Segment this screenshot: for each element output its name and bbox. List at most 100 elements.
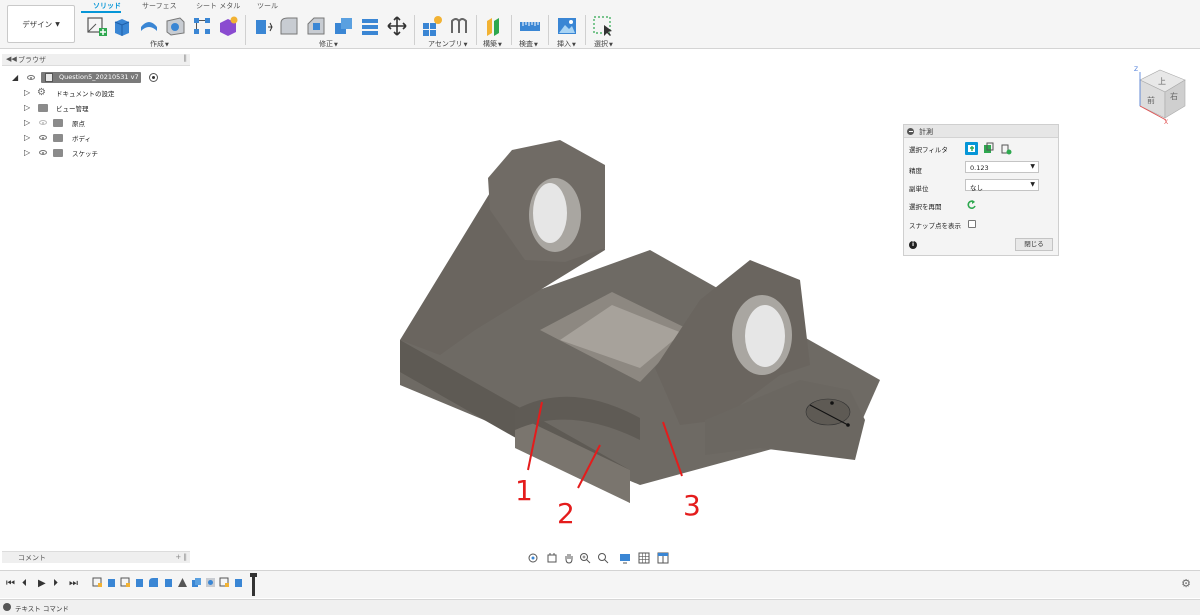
- create-group-label[interactable]: 作成▼: [150, 39, 169, 49]
- info-icon[interactable]: i: [909, 241, 917, 249]
- pan-hand-icon[interactable]: [563, 552, 575, 564]
- play-icon[interactable]: ▶: [38, 579, 46, 589]
- collapse-triangle-icon[interactable]: ◢: [12, 73, 18, 83]
- filter-body-button[interactable]: [965, 142, 978, 155]
- select-group-label[interactable]: 選択▼: [594, 39, 613, 49]
- insert-group-label[interactable]: 挿入▼: [557, 39, 576, 49]
- expand-triangle-icon[interactable]: ▷: [24, 148, 30, 158]
- selection-filter-label: 選択フィルタ: [909, 146, 948, 154]
- select-icon[interactable]: [592, 15, 614, 37]
- hole-icon[interactable]: [164, 15, 186, 37]
- timeline-marker[interactable]: [250, 573, 257, 596]
- look-at-icon[interactable]: [546, 552, 558, 564]
- offset-plane-icon[interactable]: [483, 15, 505, 37]
- display-settings-icon[interactable]: [619, 552, 631, 564]
- timeline-extrude-icon[interactable]: [233, 577, 244, 588]
- workspace-dropdown[interactable]: デザイン ▼: [7, 5, 75, 43]
- fillet-icon[interactable]: [278, 15, 300, 37]
- go-to-start-icon[interactable]: ⏮: [6, 579, 15, 589]
- inspect-group-label[interactable]: 検査▼: [519, 39, 538, 49]
- view-cube[interactable]: 上 前 右 Z X: [1134, 66, 1186, 126]
- visibility-eye-icon[interactable]: [39, 135, 47, 140]
- timeline-hole-icon[interactable]: [205, 577, 216, 588]
- annotation-label-3: 3: [683, 489, 701, 522]
- zoom-icon[interactable]: [579, 552, 591, 564]
- go-to-end-icon[interactable]: ⏭: [69, 579, 78, 589]
- filter-face-button[interactable]: [982, 142, 995, 155]
- expand-triangle-icon[interactable]: ▷: [24, 118, 30, 128]
- press-pull-icon[interactable]: [252, 15, 274, 37]
- joint-icon[interactable]: [448, 15, 470, 37]
- navigation-bar: [527, 551, 674, 565]
- precision-select[interactable]: 0.123 ▼: [965, 161, 1039, 173]
- text-command-bar[interactable]: テキスト コマンド: [0, 599, 1200, 615]
- timeline-extrude-icon[interactable]: [106, 577, 117, 588]
- timeline-combine-icon[interactable]: [191, 577, 202, 588]
- revolve-icon[interactable]: [138, 15, 160, 37]
- timeline-extrude-icon[interactable]: [163, 577, 174, 588]
- timeline-rib-icon[interactable]: [177, 577, 188, 588]
- show-snap-points-checkbox[interactable]: [968, 220, 976, 228]
- viewcube-top-label: 上: [1158, 77, 1166, 86]
- toolbar-divider: [476, 15, 477, 45]
- browser-root-item[interactable]: ◢ Question5_20210531 v7: [12, 72, 172, 84]
- step-forward-icon[interactable]: ⏵: [53, 579, 58, 589]
- browser-item-sketches[interactable]: ▷ スケッチ: [24, 147, 174, 159]
- activate-radio-icon[interactable]: [149, 73, 158, 82]
- expand-triangle-icon[interactable]: ▷: [24, 88, 30, 98]
- tab-tools[interactable]: ツール: [257, 1, 278, 11]
- add-comment-icon[interactable]: + ‖: [175, 553, 187, 561]
- construct-group-label[interactable]: 構築▼: [483, 39, 502, 49]
- expand-icon[interactable]: [3, 603, 11, 611]
- browser-item-bodies[interactable]: ▷ ボディ: [24, 132, 174, 144]
- close-button[interactable]: 閉じる: [1015, 238, 1053, 251]
- timeline-sketch-icon[interactable]: [219, 577, 230, 588]
- pin-icon[interactable]: ‖: [184, 54, 188, 62]
- shell-icon[interactable]: [359, 15, 381, 37]
- timeline-extrude-icon[interactable]: [134, 577, 145, 588]
- new-component-icon[interactable]: [421, 15, 443, 37]
- visibility-eye-icon[interactable]: [39, 150, 47, 155]
- fit-zoom-icon[interactable]: [597, 552, 609, 564]
- viewports-icon[interactable]: [657, 552, 669, 564]
- gear-icon[interactable]: ⚙: [1181, 578, 1191, 589]
- browser-item-label: ドキュメントの設定: [56, 90, 115, 98]
- collapse-left-icon[interactable]: ◀◀: [6, 55, 17, 63]
- comments-panel-header[interactable]: コメント + ‖: [2, 551, 190, 563]
- browser-item-origin[interactable]: ▷ 原点: [24, 117, 174, 129]
- tab-surface[interactable]: サーフェス: [142, 1, 177, 11]
- collapse-icon[interactable]: [907, 128, 914, 135]
- measure-dialog-header[interactable]: 計測: [904, 125, 1058, 138]
- chamfer-icon[interactable]: [305, 15, 327, 37]
- timeline-sketch-icon[interactable]: [120, 577, 131, 588]
- browser-item-named-views[interactable]: ▷ ビュー管理: [24, 102, 174, 114]
- alt-unit-select[interactable]: なし ▼: [965, 179, 1039, 192]
- expand-triangle-icon[interactable]: ▷: [24, 133, 30, 143]
- combine-icon[interactable]: [332, 15, 354, 37]
- tab-sheet-metal[interactable]: シート メタル: [196, 1, 240, 11]
- browser-item-document-settings[interactable]: ▷ ⚙ ドキュメントの設定: [24, 87, 174, 99]
- step-back-icon[interactable]: ⏴: [22, 579, 27, 589]
- grid-settings-icon[interactable]: [638, 552, 650, 564]
- extrude-icon[interactable]: [111, 15, 133, 37]
- timeline-fillet-icon[interactable]: [148, 577, 159, 588]
- tab-solid[interactable]: ソリッド: [93, 1, 121, 11]
- create-sketch-icon[interactable]: [86, 15, 108, 37]
- restart-icon[interactable]: [966, 199, 977, 210]
- visibility-eye-icon[interactable]: [39, 120, 47, 125]
- visibility-eye-icon[interactable]: [27, 75, 35, 80]
- expand-triangle-icon[interactable]: ▷: [24, 103, 30, 113]
- modify-group-label[interactable]: 修正▼: [319, 39, 338, 49]
- timeline-sketch-icon[interactable]: [92, 577, 103, 588]
- insert-image-icon[interactable]: [556, 15, 578, 37]
- browser-panel-header[interactable]: ◀◀ ブラウザ ‖: [2, 54, 190, 66]
- create-form-icon[interactable]: [217, 15, 239, 37]
- browser-item-label: ボディ: [72, 135, 92, 143]
- pattern-icon[interactable]: [191, 15, 213, 37]
- measure-icon[interactable]: [519, 15, 541, 37]
- root-component-box[interactable]: Question5_20210531 v7: [41, 72, 141, 83]
- move-icon[interactable]: [386, 15, 408, 37]
- orbit-icon[interactable]: [527, 552, 539, 564]
- filter-edge-button[interactable]: [1000, 142, 1013, 155]
- assemble-group-label[interactable]: アセンブリ▼: [428, 39, 468, 49]
